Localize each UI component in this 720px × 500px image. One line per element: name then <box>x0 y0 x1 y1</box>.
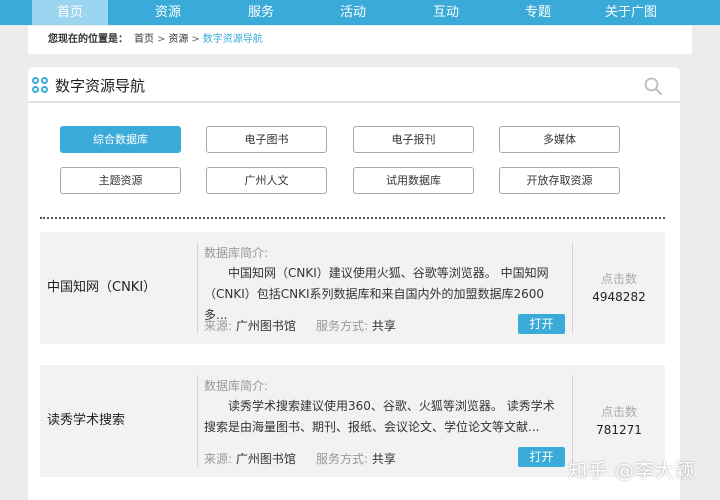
page-title: 数字资源导航 <box>55 77 146 95</box>
divider <box>197 242 198 334</box>
nav-item-about[interactable]: 关于广图 <box>593 0 669 25</box>
watermark: 知乎 @李大颖 <box>568 460 696 482</box>
service-info: 服务方式: 共享 <box>316 317 396 334</box>
service-value: 共享 <box>371 319 396 333</box>
search-icon[interactable] <box>644 77 662 95</box>
open-button[interactable]: 打开 <box>518 314 565 334</box>
category-open-access[interactable]: 开放存取资源 <box>499 167 620 194</box>
clicks-count: 4948282 <box>592 290 646 304</box>
database-description: 读秀学术搜索建议使用360、谷歌、火狐等浏览器。 读秀学术搜索是由海量图书、期刊… <box>204 399 555 434</box>
source-info: 来源: 广州图书馆 <box>204 317 296 334</box>
divider <box>572 242 573 334</box>
database-name[interactable]: 中国知网（CNKI） <box>47 232 156 344</box>
breadcrumb-home[interactable]: 首页 <box>134 34 154 45</box>
category-enewspapers[interactable]: 电子报刊 <box>353 126 474 153</box>
service-value: 共享 <box>371 452 396 466</box>
nav-item-interaction[interactable]: 互动 <box>408 0 484 25</box>
divider <box>197 375 198 467</box>
source-label: 来源: <box>204 319 233 333</box>
panel-header: 数字资源导航 <box>28 67 680 103</box>
clicks-label: 点击数 <box>600 405 637 419</box>
main-nav: 首页 资源 服务 活动 互动 专题 关于广图 <box>0 0 720 25</box>
nav-item-resources[interactable]: 资源 <box>130 0 206 25</box>
service-label: 服务方式: <box>316 452 369 466</box>
resource-panel: 数字资源导航 综合数据库 电子图书 电子报刊 多媒体 主题资源 广州人文 试用数… <box>28 67 680 500</box>
database-name[interactable]: 读秀学术搜索 <box>47 365 125 477</box>
divider <box>572 375 573 467</box>
four-circles-icon <box>32 77 49 94</box>
source-info: 来源: 广州图书馆 <box>204 450 296 467</box>
open-button[interactable]: 打开 <box>518 447 565 467</box>
category-topic-resources[interactable]: 主题资源 <box>60 167 181 194</box>
nav-item-events[interactable]: 活动 <box>315 0 391 25</box>
breadcrumb-resources[interactable]: 资源 <box>168 34 188 45</box>
category-trial-db[interactable]: 试用数据库 <box>353 167 474 194</box>
clicks-label: 点击数 <box>600 272 637 286</box>
service-label: 服务方式: <box>316 319 369 333</box>
clicks-count: 781271 <box>596 423 642 437</box>
breadcrumb-label: 您现在的位置是： <box>48 34 128 45</box>
nav-item-home[interactable]: 首页 <box>32 0 108 25</box>
intro-label: 数据库简介: <box>204 379 269 393</box>
breadcrumb-separator: > <box>191 34 200 45</box>
intro-label: 数据库简介: <box>204 246 269 260</box>
category-multimedia[interactable]: 多媒体 <box>499 126 620 153</box>
breadcrumb-current[interactable]: 数字资源导航 <box>203 34 263 45</box>
service-info: 服务方式: 共享 <box>316 450 396 467</box>
source-label: 来源: <box>204 452 233 466</box>
category-guangzhou-culture[interactable]: 广州人文 <box>206 167 327 194</box>
source-value: 广州图书馆 <box>235 452 296 466</box>
breadcrumb: 您现在的位置是： 首页 > 资源 > 数字资源导航 <box>28 26 692 54</box>
nav-item-services[interactable]: 服务 <box>223 0 299 25</box>
nav-item-topics[interactable]: 专题 <box>500 0 576 25</box>
divider <box>40 217 665 219</box>
category-integrated-db[interactable]: 综合数据库 <box>60 126 181 153</box>
database-card-cnki: 中国知网（CNKI） 数据库简介: 中国知网（CNKI）建议使用火狐、谷歌等浏览… <box>40 232 665 344</box>
source-value: 广州图书馆 <box>235 319 296 333</box>
category-ebooks[interactable]: 电子图书 <box>206 126 327 153</box>
breadcrumb-separator: > <box>157 34 166 45</box>
